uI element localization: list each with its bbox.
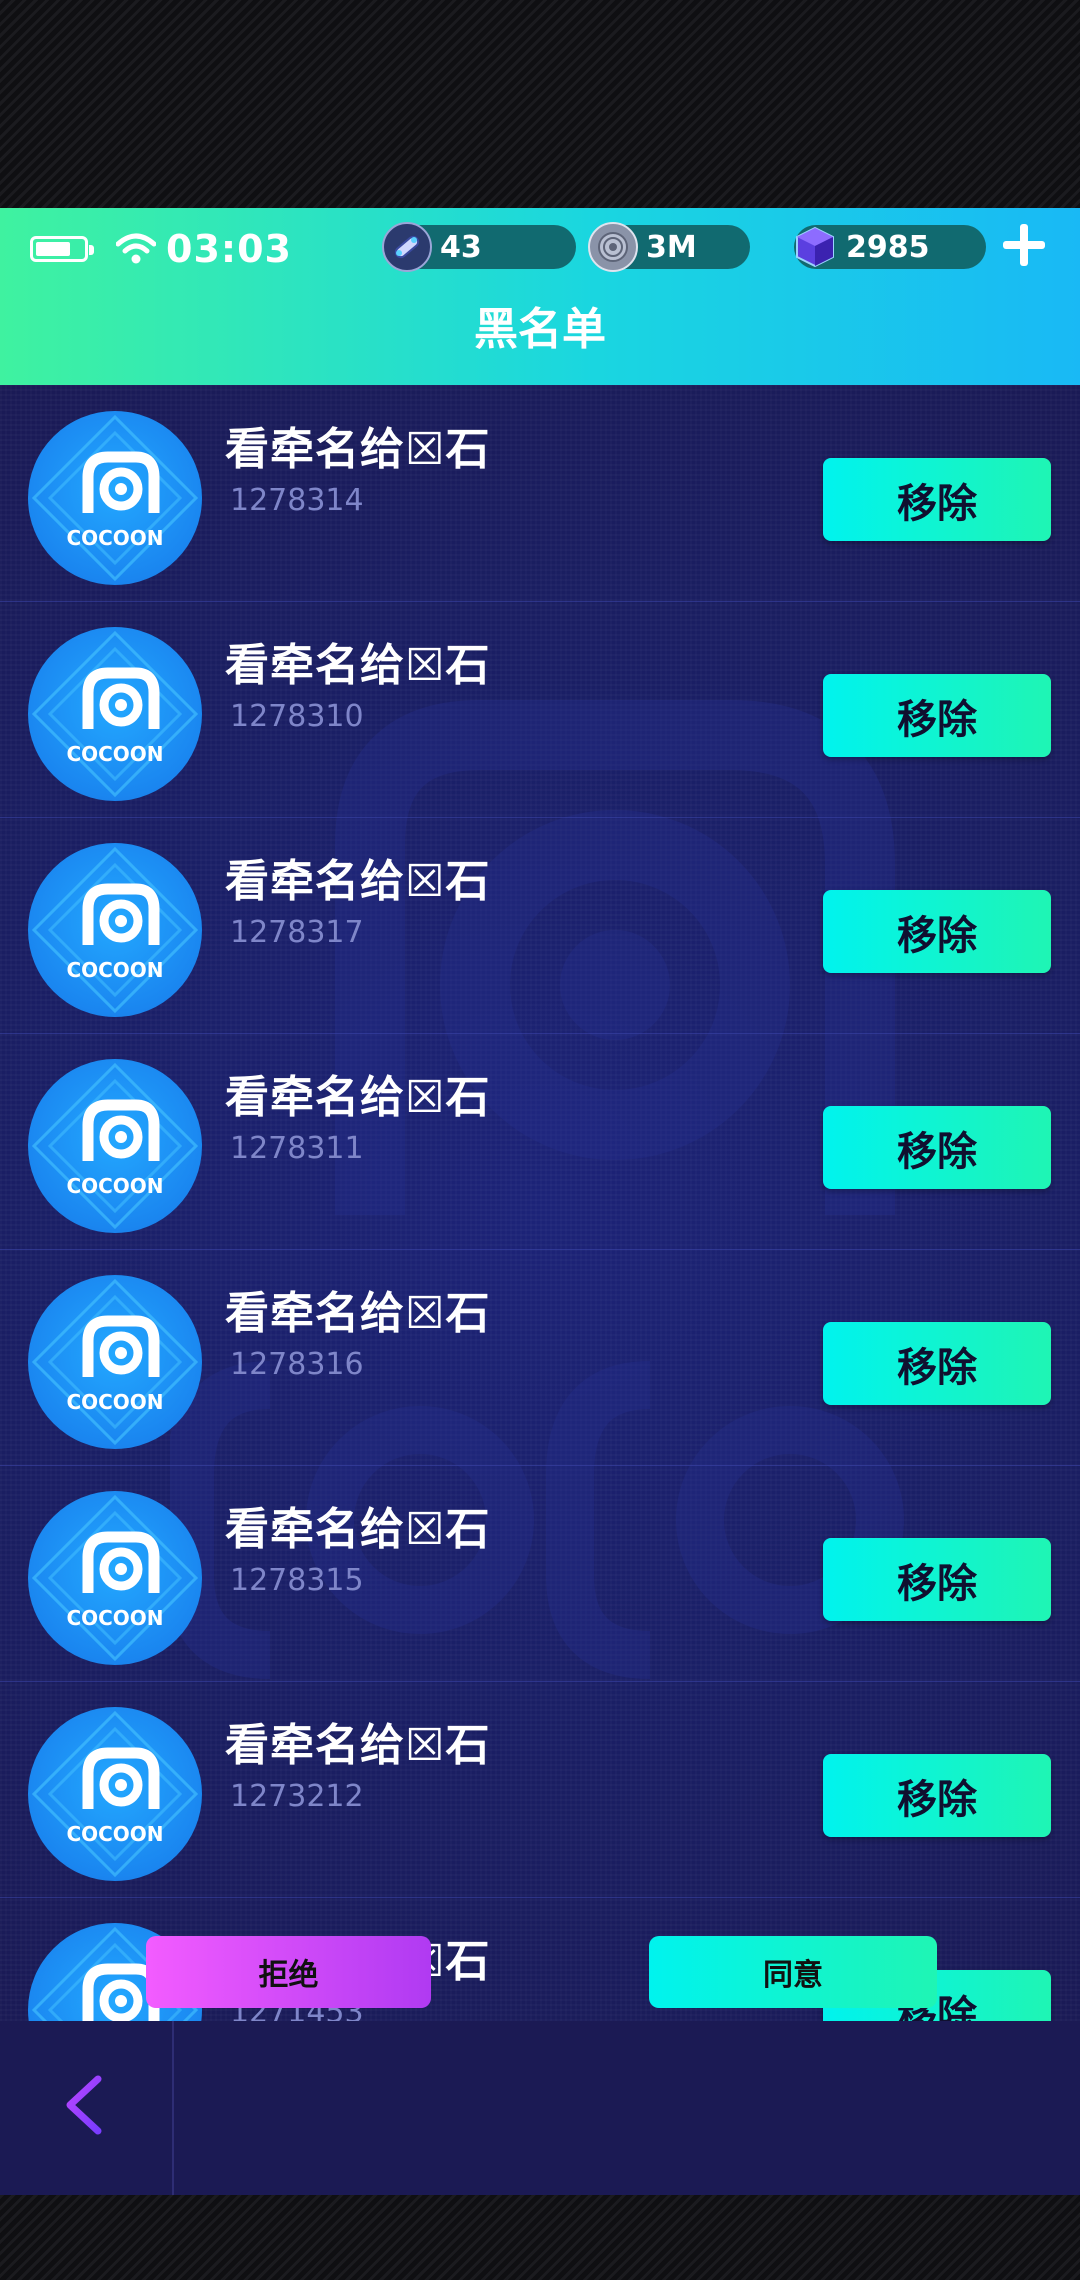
- chevron-left-icon: [66, 2075, 102, 2135]
- avatar[interactable]: COCOON: [28, 1707, 202, 1881]
- list-item: COCOON 看牵名给☒石 1278317 移除: [0, 817, 1080, 1034]
- cocoon-logo-icon: COCOON: [31, 414, 199, 582]
- cocoon-logo-icon: COCOON: [31, 630, 199, 798]
- remove-button[interactable]: 移除: [823, 1538, 1051, 1621]
- remove-button[interactable]: 移除: [823, 458, 1051, 541]
- remove-button[interactable]: 移除: [823, 674, 1051, 757]
- avatar-logo-text: COCOON: [66, 1822, 163, 1846]
- remove-button[interactable]: 移除: [823, 890, 1051, 973]
- avatar-logo-text: COCOON: [66, 742, 163, 766]
- currency-skateboard[interactable]: 43: [382, 222, 576, 272]
- reject-button[interactable]: 拒绝: [146, 1936, 431, 2008]
- avatar[interactable]: COCOON: [28, 843, 202, 1017]
- remove-button[interactable]: 移除: [823, 1106, 1051, 1189]
- avatar[interactable]: COCOON: [28, 627, 202, 801]
- user-name: 看牵名给☒石: [225, 424, 491, 475]
- blacklist-content[interactable]: COCOON 看牵名给☒石 1278314 移除 COCOON 看牵名给☒石 1…: [0, 385, 1080, 2021]
- user-name: 看牵名给☒石: [225, 640, 491, 691]
- agree-button[interactable]: 同意: [649, 1936, 937, 2008]
- cocoon-logo-icon: COCOON: [31, 1062, 199, 1230]
- status-bar: 03:03: [30, 226, 292, 272]
- avatar[interactable]: COCOON: [28, 1275, 202, 1449]
- avatar-logo-text: COCOON: [66, 526, 163, 550]
- user-id: 1278311: [230, 1131, 364, 1166]
- gem-cube-icon: [792, 224, 838, 270]
- list-item: COCOON 看牵名给☒石 1278315 移除: [0, 1465, 1080, 1682]
- list-item: COCOON 看牵名给☒石 1273212 移除: [0, 1681, 1080, 1898]
- user-name: 看牵名给☒石: [225, 1288, 491, 1339]
- skateboard-icon: [382, 222, 432, 272]
- back-button[interactable]: [0, 2021, 174, 2195]
- avatar-logo-text: COCOON: [66, 1174, 163, 1198]
- user-name: 看牵名给☒石: [225, 856, 491, 907]
- user-id: 1273212: [230, 1779, 364, 1814]
- coin-icon: [588, 222, 638, 272]
- battery-icon: [30, 236, 94, 262]
- user-id: 1278315: [230, 1563, 364, 1598]
- cocoon-logo-icon: COCOON: [31, 846, 199, 1014]
- add-currency-button[interactable]: [998, 220, 1048, 270]
- user-name: 看牵名给☒石: [225, 1072, 491, 1123]
- avatar-logo-text: COCOON: [66, 958, 163, 982]
- cocoon-logo-icon: COCOON: [31, 1710, 199, 1878]
- cocoon-logo-icon: COCOON: [31, 1494, 199, 1662]
- currency-value: 3M: [646, 229, 697, 265]
- user-id: 1278316: [230, 1347, 364, 1382]
- avatar[interactable]: COCOON: [28, 1491, 202, 1665]
- wifi-icon: [116, 233, 156, 264]
- avatar-logo-text: COCOON: [66, 1606, 163, 1630]
- system-bottom-bar: [0, 2195, 1080, 2280]
- user-id: 1278310: [230, 699, 364, 734]
- avatar[interactable]: COCOON: [28, 1059, 202, 1233]
- avatar[interactable]: COCOON: [28, 411, 202, 585]
- user-name: 看牵名给☒石: [225, 1720, 491, 1771]
- header: 03:03 43 3M 2985 黑名单: [0, 208, 1080, 385]
- bottom-nav: [0, 2021, 1080, 2195]
- currency-value: 43: [440, 229, 482, 265]
- currency-value: 2985: [846, 229, 930, 265]
- status-time: 03:03: [166, 227, 292, 271]
- currency-gem[interactable]: 2985: [794, 225, 986, 269]
- list-item: COCOON 看牵名给☒石 1278311 移除: [0, 1033, 1080, 1250]
- user-id: 1278317: [230, 915, 364, 950]
- cocoon-logo-icon: COCOON: [31, 1278, 199, 1446]
- list-item: COCOON 看牵名给☒石 1278314 移除: [0, 385, 1080, 602]
- user-id: 1278314: [230, 483, 364, 518]
- remove-button[interactable]: 移除: [823, 1754, 1051, 1837]
- user-name: 看牵名给☒石: [225, 1504, 491, 1555]
- list-item: COCOON 看牵名给☒石 1278316 移除: [0, 1249, 1080, 1466]
- currency-coin[interactable]: 3M: [588, 222, 750, 272]
- system-top-bar: [0, 0, 1080, 208]
- list-item: COCOON 看牵名给☒石 1278310 移除: [0, 601, 1080, 818]
- page-title: 黑名单: [474, 304, 606, 355]
- avatar-logo-text: COCOON: [66, 1390, 163, 1414]
- remove-button[interactable]: 移除: [823, 1322, 1051, 1405]
